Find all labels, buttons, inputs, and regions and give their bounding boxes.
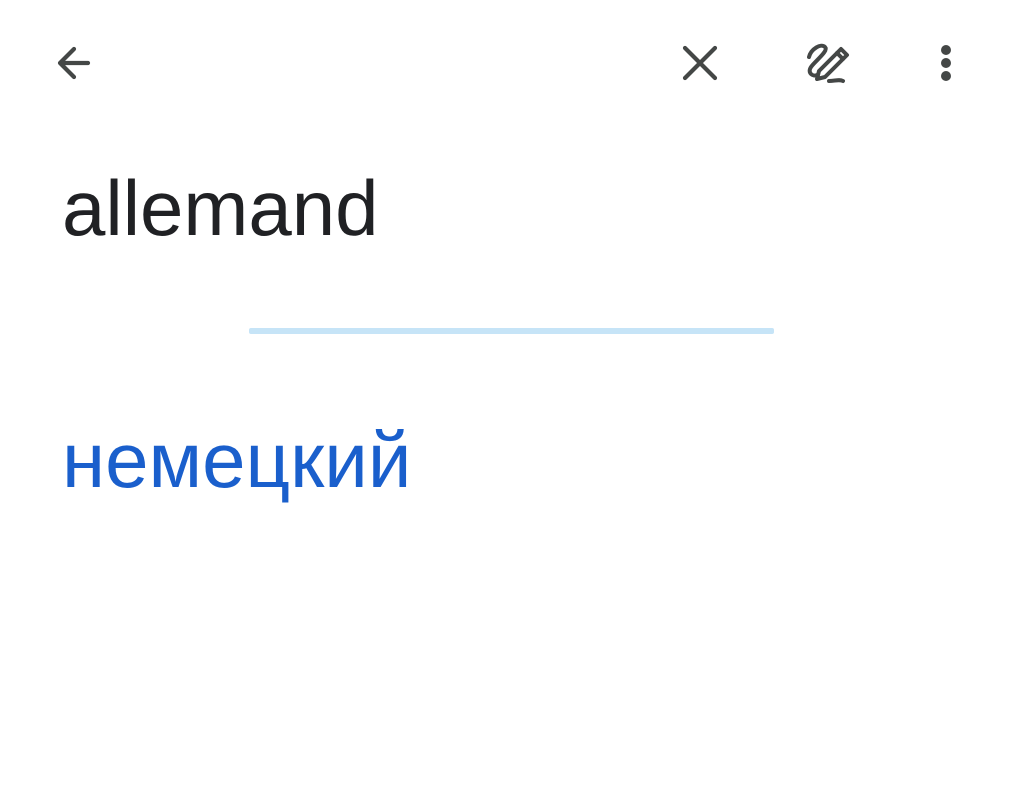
handwriting-button[interactable]	[795, 31, 859, 95]
handwriting-pen-icon	[807, 43, 849, 83]
source-text[interactable]: allemand	[62, 160, 379, 256]
divider	[249, 328, 774, 334]
translation-text[interactable]: немецкий	[62, 412, 411, 508]
back-button[interactable]	[40, 31, 104, 95]
arrow-back-icon	[57, 46, 91, 80]
more-vert-icon	[941, 45, 951, 81]
more-options-button[interactable]	[914, 31, 978, 95]
clear-button[interactable]	[668, 31, 732, 95]
top-toolbar	[0, 0, 1024, 128]
close-icon	[682, 45, 718, 81]
